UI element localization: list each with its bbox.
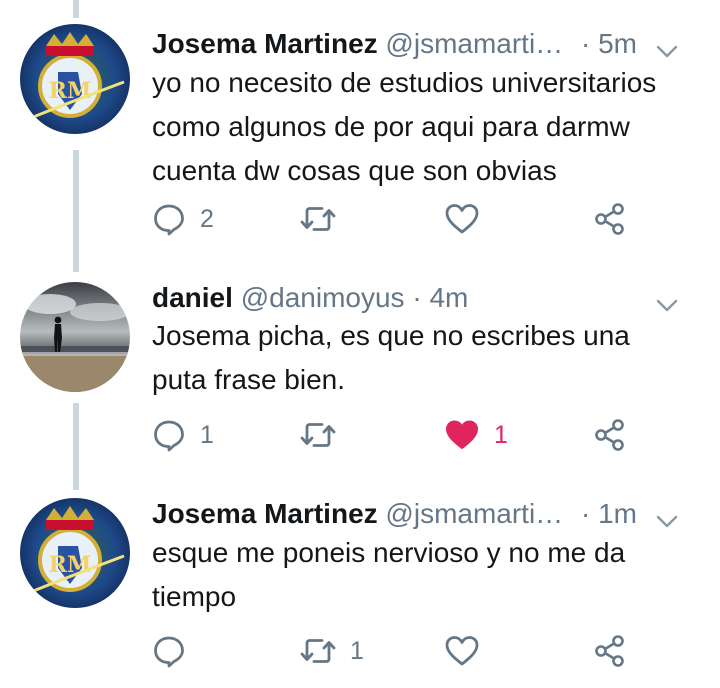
tweet-text-line: Josema picha, es que no escribes una	[152, 320, 630, 351]
tweet-header: Josema Martinez @jsmamarti… · 5m	[152, 27, 700, 61]
tweet-text: Josema picha, es que no escribes una put…	[152, 314, 697, 402]
separator-dot: ·	[412, 282, 422, 313]
tweet-text: yo no necesito de estudios universitario…	[152, 61, 697, 193]
avatar[interactable]: RM	[20, 498, 130, 608]
tweet-text: esque me poneis nervioso y no me da tiem…	[152, 531, 697, 619]
tweet-text-line: esque me poneis nervioso y no me da	[152, 537, 626, 568]
user-name[interactable]: Josema Martinez	[152, 28, 378, 59]
tweet-header: Josema Martinez @jsmamarti… · 1m	[152, 497, 700, 531]
share-button[interactable]	[593, 415, 627, 455]
action-bar: 2	[152, 199, 652, 239]
share-button[interactable]	[593, 199, 627, 239]
tweet[interactable]: RM Josema Martinez @jsmamarti… · 5m yo n…	[0, 0, 720, 260]
avatar[interactable]	[20, 282, 130, 392]
retweet-count: 1	[350, 636, 364, 665]
timestamp[interactable]: 1m	[598, 498, 637, 529]
share-icon	[595, 635, 624, 667]
tweet-text-line: tiempo	[152, 581, 237, 612]
real-madrid-crest-icon: RM	[20, 24, 130, 134]
retweet-button[interactable]: 1	[300, 631, 364, 671]
like-count: 1	[494, 420, 508, 449]
beach-silhouette-photo	[20, 282, 130, 392]
reply-icon	[154, 420, 184, 452]
reply-icon	[154, 204, 184, 236]
reply-button[interactable]: 2	[152, 199, 214, 239]
user-handle[interactable]: @danimoyus	[241, 282, 405, 313]
share-button[interactable]	[593, 631, 627, 671]
reply-count: 1	[200, 420, 214, 449]
reply-count: 2	[200, 204, 214, 233]
user-name[interactable]: daniel	[152, 282, 233, 313]
like-button[interactable]	[444, 631, 494, 671]
tweet-text-line: puta frase bien.	[152, 364, 346, 395]
retweet-button[interactable]	[300, 415, 350, 455]
share-icon	[595, 203, 624, 235]
reply-button[interactable]: 1	[152, 415, 214, 455]
action-bar: 1 1	[152, 415, 652, 455]
real-madrid-crest-icon: RM	[20, 498, 130, 608]
tweet-text-line: yo no necesito de estudios universitario…	[152, 67, 657, 98]
retweet-icon	[300, 423, 336, 447]
reply-button[interactable]	[152, 631, 200, 671]
share-icon	[595, 419, 624, 451]
separator-dot: ·	[580, 28, 591, 59]
retweet-icon	[300, 207, 336, 231]
tweet-header: daniel @danimoyus · 4m	[152, 281, 700, 315]
heart-outline-icon	[445, 204, 479, 234]
retweet-button[interactable]	[300, 199, 350, 239]
reply-icon	[154, 636, 184, 668]
tweet[interactable]: daniel @danimoyus · 4m Josema picha, es …	[0, 260, 720, 480]
heart-outline-icon	[445, 636, 479, 666]
timestamp[interactable]: 4m	[429, 282, 468, 313]
timestamp[interactable]: 5m	[598, 28, 637, 59]
like-button[interactable]	[444, 199, 494, 239]
heart-filled-icon	[446, 420, 478, 449]
user-handle[interactable]: @jsmamarti…	[385, 28, 563, 59]
like-button[interactable]: 1	[444, 415, 508, 455]
tweet-text-line: cuenta dw cosas que son obvias	[152, 155, 557, 186]
separator-dot: ·	[580, 498, 591, 529]
avatar[interactable]: RM	[20, 24, 130, 134]
svg-text:RM: RM	[49, 552, 92, 578]
action-bar: 1	[152, 631, 652, 671]
retweet-icon	[300, 639, 336, 663]
svg-text:RM: RM	[49, 78, 92, 104]
tweet[interactable]: RM Josema Martinez @jsmamarti… · 1m esqu…	[0, 480, 720, 688]
user-handle[interactable]: @jsmamarti…	[385, 498, 563, 529]
user-name[interactable]: Josema Martinez	[152, 498, 378, 529]
tweet-text-line: como algunos de por aqui para darmw	[152, 111, 630, 142]
